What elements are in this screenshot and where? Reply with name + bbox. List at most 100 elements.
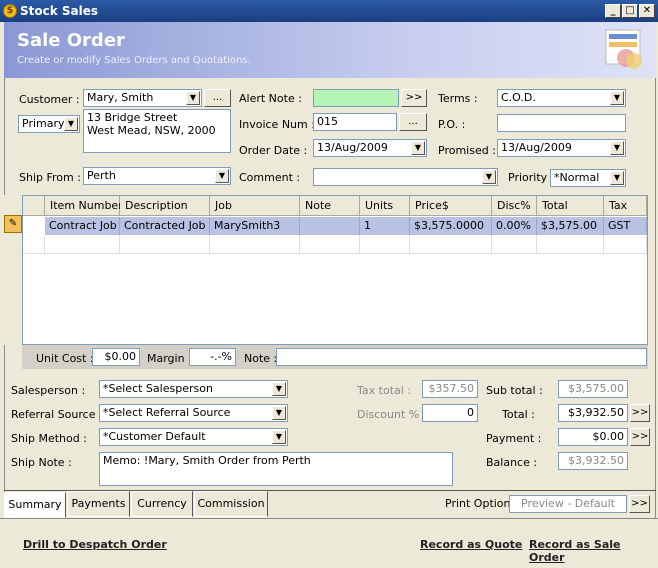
salesperson-select[interactable]: *Select Salesperson ▼ [99,380,288,398]
col-note[interactable]: Note [300,196,360,216]
table-cell[interactable]: 0.00% [492,217,537,235]
total-field[interactable]: $3,932.50 [558,404,628,422]
record-as-sale-order-link[interactable]: Record as Sale Order [529,538,658,564]
chevron-down-icon[interactable]: ▼ [64,117,78,131]
record-as-quote-link[interactable]: Record as Quote [420,538,522,551]
po-field[interactable] [497,114,626,132]
payment-more-button[interactable]: >> [630,428,650,446]
priority-select[interactable]: *Normal ▼ [550,169,626,187]
margin-field[interactable]: -.-% [189,348,236,366]
print-option-more-button[interactable]: >> [629,495,650,513]
empty-row-cell[interactable] [120,236,210,254]
customer-value: Mary, Smith [87,91,154,104]
print-option-field[interactable]: Preview - Default [509,495,627,513]
chevron-down-icon[interactable]: ▼ [411,141,425,155]
line-note-field[interactable] [276,348,647,366]
chevron-down-icon[interactable]: ▼ [272,406,286,420]
ship-note-field[interactable]: Memo: !Mary, Smith Order from Perth [99,452,453,486]
ship-from-value: Perth [87,169,116,182]
promised-date-picker[interactable]: 13/Aug/2009 ▼ [497,139,626,157]
tab-summary[interactable]: Summary [4,492,66,518]
title-bar: $ Stock Sales _ □ ✕ [0,0,658,22]
customer-select[interactable]: Mary, Smith ▼ [83,89,202,107]
empty-row-cell[interactable] [604,236,647,254]
col-price[interactable]: Price$ [410,196,492,216]
ship-method-select[interactable]: *Customer Default ▼ [99,428,288,446]
priority-value: *Normal [554,171,600,184]
empty-row-cell[interactable] [410,236,492,254]
address-type-value: Primary [22,117,65,130]
terms-select[interactable]: C.O.D. ▼ [497,89,626,107]
discount-field[interactable]: 0 [422,404,478,422]
table-cell[interactable]: MarySmith3 [210,217,300,235]
header-banner: Sale Order Create or modify Sales Orders… [4,22,656,78]
invoice-num-field[interactable]: 015 [313,113,397,131]
comment-label: Comment : [239,171,301,184]
unit-cost-label: Unit Cost : [36,352,94,365]
discount-label: Discount % : [357,408,427,421]
empty-row-cell[interactable] [537,236,604,254]
ship-note-label: Ship Note : [11,456,72,469]
empty-row-cell[interactable] [210,236,300,254]
empty-row-cell[interactable] [23,236,45,254]
col-tax[interactable]: Tax [604,196,647,216]
order-lines-grid[interactable]: Item Number Description Job Note Units P… [22,195,648,345]
col-item-number[interactable]: Item Number [45,196,123,216]
col-units[interactable]: Units [360,196,410,216]
tab-commission[interactable]: Commission [194,491,268,517]
alert-note-field[interactable] [313,89,399,107]
tab-payments[interactable]: Payments [67,491,130,517]
minimize-button[interactable]: _ [605,4,621,18]
chevron-down-icon[interactable]: ▼ [186,91,200,105]
table-cell[interactable] [300,217,360,235]
table-cell[interactable]: $3,575.0000 [410,217,492,235]
chevron-down-icon[interactable]: ▼ [272,430,286,444]
close-button[interactable]: ✕ [639,4,655,18]
col-job[interactable]: Job [210,196,300,216]
empty-row-cell[interactable] [45,236,120,254]
ship-from-label: Ship From : [19,171,81,184]
unit-cost-field[interactable]: $0.00 [92,348,140,366]
referral-source-select[interactable]: *Select Referral Source ▼ [99,404,288,422]
customer-lookup-button[interactable]: ... [204,89,231,107]
col-total[interactable]: Total [537,196,604,216]
order-date-picker[interactable]: 13/Aug/2009 ▼ [313,139,427,157]
total-more-button[interactable]: >> [630,404,650,422]
customer-address[interactable]: 13 Bridge Street West Mead, NSW, 2000 [83,109,231,153]
chevron-down-icon[interactable]: ▼ [215,169,229,183]
table-cell[interactable]: $3,575.00 [537,217,604,235]
col-description[interactable]: Description [120,196,210,216]
referral-source-value: *Select Referral Source [103,406,231,419]
chevron-down-icon[interactable]: ▼ [610,141,624,155]
terms-label: Terms : [438,92,478,105]
tab-currency[interactable]: Currency [131,491,193,517]
table-cell[interactable]: Contracted Job [120,217,210,235]
chevron-down-icon[interactable]: ▼ [482,170,496,184]
payment-field[interactable]: $0.00 [558,428,628,446]
empty-row-cell[interactable] [300,236,360,254]
order-date-label: Order Date : [239,144,308,157]
margin-label: Margin : [147,352,192,365]
sub-total-field: $3,575.00 [558,380,628,398]
promised-value: 13/Aug/2009 [501,141,572,154]
address-type-select[interactable]: Primary ▼ [18,115,80,133]
empty-row-cell[interactable] [360,236,410,254]
alert-note-more-button[interactable]: >> [401,89,427,107]
table-cell[interactable]: GST [604,217,647,235]
tax-total-field: $357.50 [422,380,478,398]
comment-select[interactable]: ▼ [313,168,498,186]
chevron-down-icon[interactable]: ▼ [610,171,624,185]
ship-from-select[interactable]: Perth ▼ [83,167,231,185]
chevron-down-icon[interactable]: ▼ [272,382,286,396]
invoice-lookup-button[interactable]: ... [399,113,427,131]
table-cell[interactable]: Contract Job [45,217,120,235]
empty-row-cell[interactable] [492,236,537,254]
col-disc[interactable]: Disc% [492,196,537,216]
balance-field: $3,932.50 [558,452,628,470]
chevron-down-icon[interactable]: ▼ [610,91,624,105]
table-cell[interactable]: 1 [360,217,410,235]
address-line-1: 13 Bridge Street [87,111,178,124]
maximize-button[interactable]: □ [622,4,638,18]
terms-value: C.O.D. [501,91,536,104]
drill-to-despatch-link[interactable]: Drill to Despatch Order [23,538,167,551]
